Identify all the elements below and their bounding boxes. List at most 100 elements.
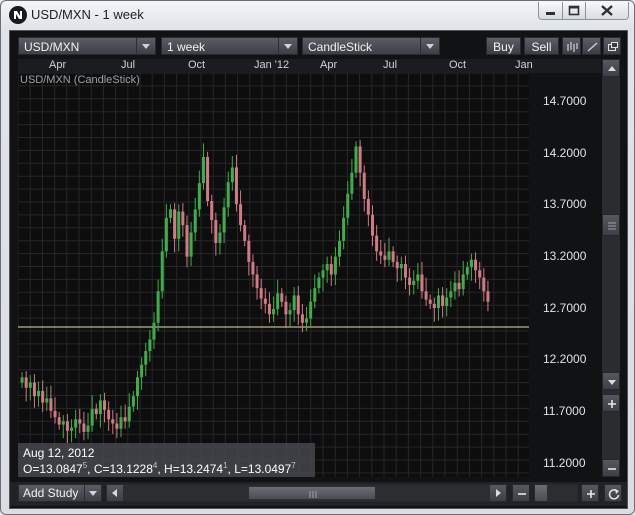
candle-body <box>358 146 362 173</box>
y-tick-label: 13.2000 <box>543 249 587 263</box>
ohlc-low: L=13.0497 <box>234 462 292 476</box>
candle-body <box>94 408 98 415</box>
scroll-left-button[interactable] <box>107 485 123 501</box>
x-tick: Apr <box>49 59 67 71</box>
close-button[interactable] <box>585 2 629 20</box>
candle-body <box>362 172 366 199</box>
draw-line-icon <box>587 42 598 52</box>
buy-button[interactable]: Buy <box>486 37 521 55</box>
chevron-down-icon <box>136 38 155 54</box>
symbol-value: USD/MXN <box>24 40 80 54</box>
candle-body <box>70 427 74 431</box>
candle-body <box>37 390 41 397</box>
arrow-right-icon <box>496 489 501 497</box>
y-tick-label: 13.7000 <box>543 197 587 211</box>
zoom-slider[interactable] <box>534 484 578 502</box>
zoom-in-button[interactable] <box>581 484 599 502</box>
chart-window-client: USD/MXN 1 week CandleStick Buy Sell Apr … <box>9 30 628 509</box>
reset-chart-button[interactable] <box>604 484 622 502</box>
candle-body <box>342 217 346 241</box>
chevron-down-icon <box>420 38 439 54</box>
grip-icon <box>608 222 616 230</box>
candle-body <box>267 303 271 315</box>
x-tick: Oct <box>449 59 467 71</box>
scroll-down-button[interactable] <box>602 372 620 390</box>
candle-body <box>317 277 321 289</box>
chart-series-label: USD/MXN (CandleStick) <box>20 74 140 86</box>
bars-icon <box>567 42 578 52</box>
candle-body <box>181 211 185 226</box>
maximize-button[interactable] <box>562 2 586 20</box>
candle-body <box>65 421 69 431</box>
candle-body <box>325 263 329 271</box>
bar-tool-button[interactable] <box>562 37 581 55</box>
y-tick-label: 11.2000 <box>543 456 586 470</box>
candle-body <box>436 295 440 309</box>
candle-body <box>78 419 82 424</box>
grip-icon <box>309 491 317 498</box>
candle-body <box>305 318 309 323</box>
candle-body <box>288 310 292 315</box>
candle-body <box>61 421 65 425</box>
title-bar[interactable]: USD/MXN - 1 week <box>1 1 634 29</box>
ohlc-high: H=13.2474 <box>164 462 224 476</box>
candle-body <box>399 263 403 269</box>
plus-icon <box>608 400 616 408</box>
candle-body <box>272 309 276 315</box>
minimize-button[interactable] <box>538 2 563 20</box>
popout-button[interactable] <box>603 37 621 55</box>
candle-body <box>321 270 325 278</box>
x-tick: Jan <box>515 59 533 71</box>
candle-body <box>313 288 317 302</box>
candle-body <box>239 204 243 226</box>
symbol-dropdown[interactable]: USD/MXN <box>18 37 156 55</box>
ohlc-low-digit: 7 <box>291 461 296 470</box>
candle-body <box>28 382 32 388</box>
line-tool-button[interactable] <box>582 37 601 55</box>
horizontal-scrollbar[interactable] <box>106 484 507 502</box>
candle-body <box>234 167 238 205</box>
add-study-button[interactable]: Add Study <box>18 484 102 502</box>
arrow-up-icon <box>608 66 616 71</box>
x-tick: Oct <box>188 59 206 71</box>
candle-body <box>420 274 424 292</box>
minus-icon <box>608 468 616 470</box>
candle-body <box>98 400 102 415</box>
interval-dropdown[interactable]: 1 week <box>161 37 298 55</box>
candle-body <box>263 298 267 304</box>
candle-body <box>82 423 86 432</box>
candle-body <box>486 291 490 302</box>
vertical-scrollbar[interactable] <box>602 59 620 477</box>
ohlc-open: O=13.0847 <box>23 462 83 476</box>
scroll-right-button[interactable] <box>490 485 506 501</box>
candle-body <box>168 209 172 218</box>
refresh-icon <box>608 489 620 500</box>
popout-icon <box>608 42 618 51</box>
ohlc-high-digit: 1 <box>223 461 228 470</box>
candle-body <box>103 400 107 410</box>
zoom-slider-thumb[interactable] <box>535 485 547 501</box>
y-axis: 14.7000 14.2000 13.7000 13.2000 12.7000 … <box>529 73 601 477</box>
ohlc-close: C=13.1228 <box>93 462 153 476</box>
candle-body <box>391 251 395 262</box>
candle-body <box>255 274 259 289</box>
vertical-zoom-in-button[interactable] <box>602 394 620 412</box>
candle-body <box>49 398 53 411</box>
chevron-down-icon <box>278 38 297 54</box>
chart-plot-area[interactable]: USD/MXN (CandleStick) Aug 12, 2012 O=13.… <box>17 72 529 477</box>
candle-body <box>210 201 214 220</box>
candle-body <box>403 263 407 278</box>
scroll-up-button[interactable] <box>602 59 620 77</box>
zoom-out-button[interactable] <box>512 484 530 502</box>
sell-button[interactable]: Sell <box>524 37 559 55</box>
chart-type-dropdown[interactable]: CandleStick <box>302 37 440 55</box>
horizontal-scroll-thumb[interactable] <box>248 486 376 500</box>
bottom-toolbar: Add Study <box>10 482 627 506</box>
candle-body <box>185 225 189 257</box>
vertical-zoom-out-button[interactable] <box>602 459 620 477</box>
candle-body <box>445 297 449 306</box>
ohlc-values: O=13.08475, C=13.12284, H=13.24741, L=13… <box>23 461 296 476</box>
plus-icon <box>587 490 595 498</box>
scroll-thumb[interactable] <box>602 214 620 236</box>
candle-body <box>280 293 284 302</box>
